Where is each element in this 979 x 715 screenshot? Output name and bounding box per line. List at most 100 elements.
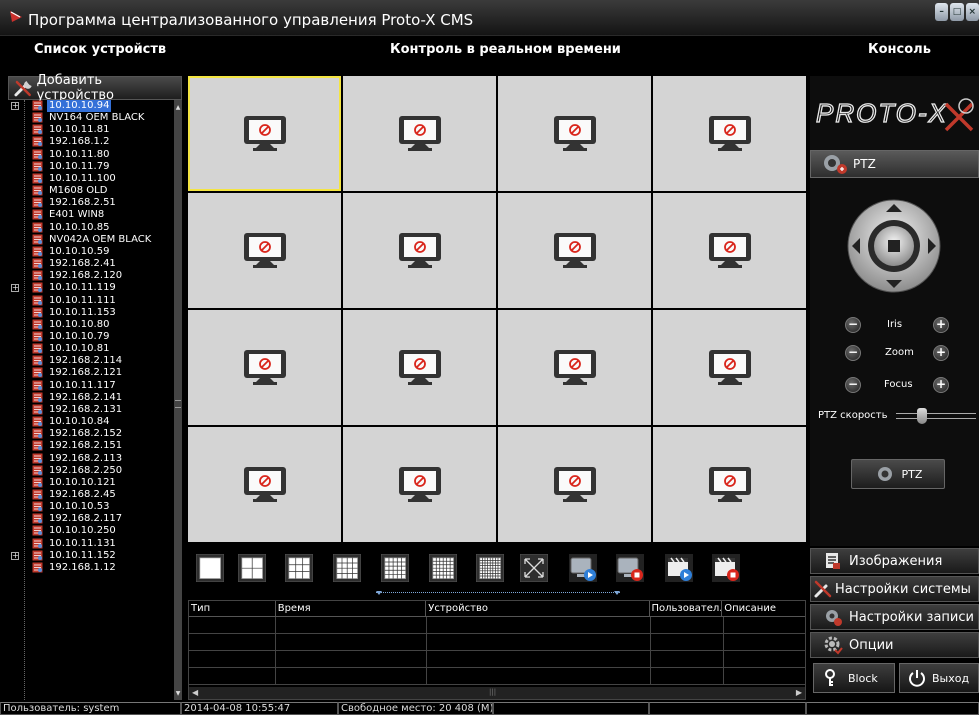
tree-item[interactable]: 10.10.11.79	[8, 161, 172, 173]
tree-item[interactable]: NV042A OEM BLACK	[8, 234, 172, 246]
stop-all-video-button[interactable]	[616, 554, 644, 582]
tree-item[interactable]: 192.168.2.131	[8, 404, 172, 416]
tree-item[interactable]: 192.168.2.120	[8, 270, 172, 282]
close-button[interactable]: ×	[965, 3, 979, 21]
scroll-grip[interactable]	[175, 400, 181, 408]
layout-16-button[interactable]	[332, 553, 362, 583]
record-settings-button[interactable]: Настройки записи	[810, 604, 979, 630]
tree-item[interactable]: 192.168.2.141	[8, 392, 172, 404]
scroll-up-icon[interactable]: ▲	[174, 104, 182, 112]
video-cell[interactable]	[343, 427, 496, 542]
tree-item[interactable]: 192.168.2.121	[8, 367, 172, 379]
tree-item[interactable]: 10.10.10.85	[8, 222, 172, 234]
log-hscrollbar[interactable]: ◀ ||| ▶	[189, 687, 805, 699]
tree-item[interactable]: 10.10.10.121	[8, 477, 172, 489]
tree-item[interactable]: +10.10.11.152	[8, 550, 172, 562]
iris-minus-button[interactable]: −	[845, 317, 861, 333]
scroll-left-icon[interactable]: ◀	[192, 688, 198, 697]
fullscreen-button[interactable]	[519, 553, 549, 583]
tree-item[interactable]: 192.168.2.114	[8, 355, 172, 367]
video-cell[interactable]	[343, 193, 496, 308]
layout-9-button[interactable]	[284, 553, 314, 583]
tree-item[interactable]: 10.10.11.117	[8, 380, 172, 392]
col-device[interactable]: Устройство	[426, 601, 650, 616]
tree-item[interactable]: +10.10.10.94	[8, 100, 172, 112]
tree-item[interactable]: 192.168.2.41	[8, 258, 172, 270]
tree-item[interactable]: 192.168.2.151	[8, 440, 172, 452]
tree-item[interactable]: 10.10.10.81	[8, 343, 172, 355]
ptz-speed-slider[interactable]	[896, 408, 976, 424]
ptz-speed-knob[interactable]	[917, 408, 927, 424]
expand-icon[interactable]: +	[11, 102, 19, 110]
scroll-grip[interactable]: |||	[489, 688, 496, 696]
video-cell[interactable]	[653, 193, 806, 308]
video-cell[interactable]	[343, 76, 496, 191]
col-description[interactable]: Описание	[722, 601, 805, 616]
tree-item[interactable]: 192.168.2.250	[8, 465, 172, 477]
options-button[interactable]: Опции	[810, 632, 979, 658]
expand-icon[interactable]: +	[11, 551, 19, 560]
col-type[interactable]: Тип	[189, 601, 276, 616]
tree-item[interactable]: 10.10.10.79	[8, 331, 172, 343]
layout-36-button[interactable]	[428, 553, 458, 583]
layout-4-button[interactable]	[237, 553, 267, 583]
ptz-button[interactable]: PTZ	[851, 459, 945, 489]
exit-button[interactable]: Выход	[899, 663, 979, 693]
tree-item[interactable]: 192.168.1.2	[8, 136, 172, 148]
scroll-down-icon[interactable]: ▼	[174, 690, 182, 698]
video-cell[interactable]	[498, 76, 651, 191]
tree-item[interactable]: 10.10.10.80	[8, 319, 172, 331]
scroll-right-icon[interactable]: ▶	[796, 688, 802, 697]
expand-icon[interactable]: +	[11, 284, 19, 293]
tree-item[interactable]: M1608 OLD	[8, 185, 172, 197]
zoom-minus-button[interactable]: −	[845, 345, 861, 361]
video-cell[interactable]	[498, 310, 651, 425]
col-user[interactable]: Пользовател.	[650, 601, 723, 616]
tree-item[interactable]: 10.10.11.131	[8, 538, 172, 550]
video-cell[interactable]	[653, 310, 806, 425]
col-time[interactable]: Время	[276, 601, 427, 616]
tree-item[interactable]: NV164 OEM BLACK	[8, 112, 172, 124]
tree-item[interactable]: 10.10.10.250	[8, 525, 172, 537]
tree-item[interactable]: 192.168.2.117	[8, 513, 172, 525]
focus-plus-button[interactable]: +	[933, 377, 949, 393]
tree-item[interactable]: 192.168.2.113	[8, 453, 172, 465]
video-cell[interactable]	[498, 427, 651, 542]
start-recording-button[interactable]	[665, 554, 693, 582]
video-cell[interactable]	[498, 193, 651, 308]
layout-25-button[interactable]	[380, 553, 410, 583]
tree-item[interactable]: 10.10.11.153	[8, 307, 172, 319]
focus-minus-button[interactable]: −	[845, 377, 861, 393]
maximize-button[interactable]: □	[950, 3, 964, 21]
video-cell[interactable]	[188, 193, 341, 308]
tree-item[interactable]: 10.10.11.111	[8, 295, 172, 307]
video-cell[interactable]	[343, 310, 496, 425]
tree-item[interactable]: 10.10.10.84	[8, 416, 172, 428]
layout-64-button[interactable]	[475, 553, 505, 583]
minimize-button[interactable]: –	[935, 3, 949, 21]
video-cell[interactable]	[188, 427, 341, 542]
tree-item[interactable]: E401 WIN8	[8, 209, 172, 221]
stop-recording-button[interactable]	[712, 554, 740, 582]
images-button[interactable]: Изображения	[810, 548, 979, 574]
zoom-plus-button[interactable]: +	[933, 345, 949, 361]
tree-item[interactable]: 192.168.2.152	[8, 428, 172, 440]
video-cell[interactable]	[653, 427, 806, 542]
video-cell[interactable]	[653, 76, 806, 191]
add-device-button[interactable]: Добавить устройство	[8, 73, 182, 103]
iris-plus-button[interactable]: +	[933, 317, 949, 333]
start-all-video-button[interactable]	[569, 554, 597, 582]
tree-item[interactable]: 10.10.11.100	[8, 173, 172, 185]
panel-divider[interactable]	[376, 591, 620, 596]
system-settings-button[interactable]: Настройки системы	[810, 576, 979, 602]
ptz-header[interactable]: PTZ	[810, 150, 979, 178]
tree-item[interactable]: 10.10.10.59	[8, 246, 172, 258]
tree-item[interactable]: 192.168.1.12	[8, 562, 172, 574]
video-cell[interactable]	[188, 310, 341, 425]
layout-1-button[interactable]	[195, 553, 225, 583]
block-button[interactable]: Block	[813, 663, 895, 693]
ptz-joystick[interactable]	[846, 198, 942, 294]
tree-item[interactable]: +10.10.11.119	[8, 282, 172, 294]
tree-item[interactable]: 192.168.2.45	[8, 489, 172, 501]
tree-item[interactable]: 10.10.10.53	[8, 501, 172, 513]
